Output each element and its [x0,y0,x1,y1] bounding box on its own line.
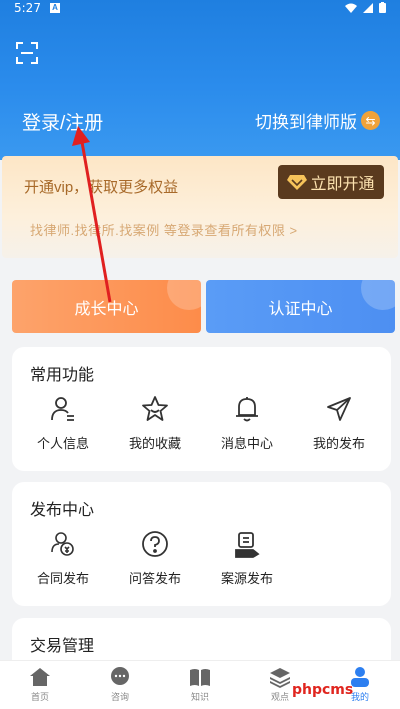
vip-open-button[interactable]: 立即开通 [278,165,384,199]
coins-icon [51,532,74,556]
tab-home[interactable]: 首页 [0,661,80,709]
status-time: 5:27 [14,1,41,15]
tab-label: 我的 [350,692,369,702]
common-functions-grid: 个人信息 我的收藏 消息中心 我的发布 [12,395,391,452]
section-title: 交易管理 [30,638,95,655]
status-bar: 5:27 A [0,0,400,16]
grid-label: 消息中心 [220,436,273,451]
diamond-icon [287,175,308,190]
bell-icon [236,397,258,422]
grid-label: 问答发布 [128,571,181,586]
grid-label: 案源发布 [220,571,273,586]
grid-label: 我的发布 [312,436,365,451]
grid-item-favorites[interactable]: 我的收藏 [109,395,201,452]
grid-item-personal-info[interactable]: 个人信息 [17,395,109,452]
tab-label: 首页 [30,692,49,702]
common-functions-section: 常用功能 个人信息 我的收藏 消息中心 我的发布 [12,347,391,471]
certification-center-label: 认证中心 [268,300,333,318]
battery-icon [379,2,386,13]
send-icon [327,397,351,421]
grid-label: 个人信息 [36,436,89,451]
grid-item-case-publish[interactable]: 案源发布 [201,530,293,587]
vip-subtitle[interactable]: 找律师.找律所.找案例 等登录查看所有权限 > [30,220,298,239]
tab-label: 咨询 [110,692,129,702]
signal-icon [363,2,373,13]
grid-item-contract-publish[interactable]: 合同发布 [17,530,109,587]
wifi-icon [345,3,357,13]
section-title: 发布中心 [30,502,95,519]
vip-title: 开通vip，获取更多权益 [24,179,179,196]
scan-icon[interactable] [16,42,38,64]
person-info-icon [51,397,74,421]
publish-center-grid: 合同发布 问答发布 案源发布 [12,530,391,587]
publish-center-section: 发布中心 合同发布 问答发布 案源发布 [12,482,391,606]
layers-icon [270,668,290,688]
grid-item-my-posts[interactable]: 我的发布 [293,395,385,452]
grid-item-message-center[interactable]: 消息中心 [201,395,293,452]
grid-label: 我的收藏 [128,436,181,451]
card-decoration [167,280,201,310]
tab-knowledge[interactable]: 知识 [160,661,240,709]
vip-banner[interactable]: 开通vip，获取更多权益 立即开通 找律师.找律所.找案例 等登录查看所有权限 … [2,156,398,258]
tab-label: 知识 [190,692,209,702]
swap-icon: ⇆ [361,111,380,130]
status-icons [345,2,386,13]
book-icon [190,669,210,686]
tab-consult[interactable]: 咨询 [80,661,160,709]
grid-label: 合同发布 [36,571,89,586]
question-icon [142,531,168,557]
home-icon [30,668,50,686]
switch-lawyer-button[interactable]: 切换到律师版 ⇆ [255,108,380,133]
grid-item-qa-publish[interactable]: 问答发布 [109,530,201,587]
growth-center-label: 成长中心 [74,300,139,318]
watermark: phpcms [292,682,354,698]
certification-center-card[interactable]: 认证中心 [206,280,395,333]
chat-icon [111,667,129,685]
growth-center-card[interactable]: 成长中心 [12,280,201,333]
tab-label: 观点 [270,692,289,702]
notification-a-icon: A [50,3,60,13]
vip-open-label: 立即开通 [310,176,375,193]
card-decoration [361,280,395,310]
section-title: 常用功能 [30,367,95,384]
case-icon [235,532,260,558]
header: 5:27 A 登录/注册 切换到律师版 ⇆ [0,0,400,160]
center-cards: 成长中心 认证中心 [12,280,395,333]
star-icon [142,396,168,421]
switch-lawyer-label: 切换到律师版 [255,113,357,132]
login-register-link[interactable]: 登录/注册 [22,108,103,135]
